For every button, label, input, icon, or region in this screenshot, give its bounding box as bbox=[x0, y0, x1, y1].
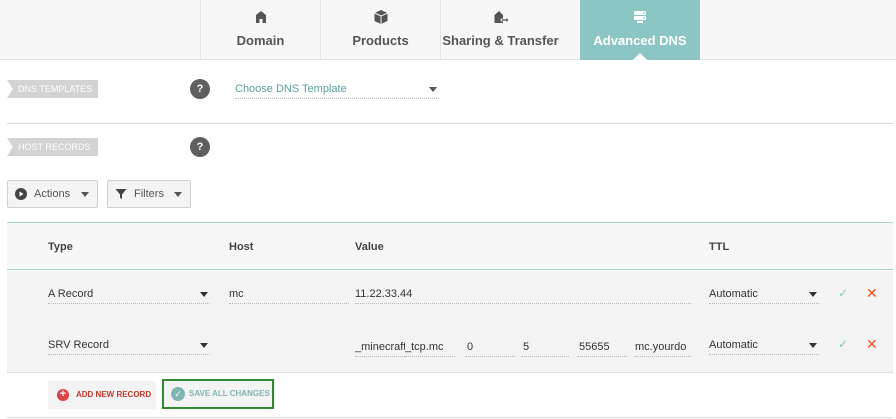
check-icon[interactable]: ✓ bbox=[838, 337, 848, 351]
dns-templates-help-icon[interactable]: ? bbox=[190, 79, 210, 99]
chevron-down-icon bbox=[429, 87, 437, 92]
filter-icon bbox=[115, 189, 127, 199]
chevron-down-icon bbox=[809, 343, 817, 348]
chevron-down-icon bbox=[200, 292, 208, 297]
tab-advanced-dns-label: Advanced DNS bbox=[593, 33, 687, 48]
record-type-value: A Record bbox=[48, 288, 94, 300]
tab-advanced-dns[interactable]: Advanced DNS bbox=[580, 0, 700, 60]
service-input[interactable]: _minecraft bbox=[355, 339, 405, 357]
add-new-record-label: ADD NEW RECORD bbox=[76, 390, 152, 399]
save-all-changes-button[interactable]: ✓ SAVE ALL CHANGES bbox=[162, 379, 274, 409]
record-type-select[interactable]: A Record bbox=[48, 286, 210, 304]
actions-button[interactable]: Actions bbox=[7, 180, 98, 208]
value-input[interactable]: 11.22.33.44 bbox=[355, 286, 691, 304]
box-icon bbox=[373, 10, 388, 24]
priority-input[interactable]: 0 bbox=[465, 339, 515, 357]
ttl-value: Automatic bbox=[709, 288, 758, 300]
play-circle-icon bbox=[15, 188, 27, 200]
chevron-down-icon bbox=[81, 192, 89, 197]
dns-templates-label: DNS TEMPLATES bbox=[7, 80, 98, 98]
chevron-down-icon bbox=[174, 192, 182, 197]
dns-server-icon bbox=[634, 11, 646, 23]
tab-sharing-transfer[interactable]: Sharing & Transfer bbox=[440, 0, 560, 60]
target-input[interactable]: mc.yourdo bbox=[635, 339, 691, 357]
ttl-value: Automatic bbox=[709, 339, 758, 351]
weight-input[interactable]: 5 bbox=[521, 339, 569, 357]
records-table-header: Type Host Value TTL bbox=[7, 222, 893, 270]
tab-products-label: Products bbox=[352, 33, 409, 48]
tab-products[interactable]: Products bbox=[320, 0, 440, 60]
tab-sharing-transfer-label: Sharing & Transfer bbox=[442, 33, 559, 48]
column-type: Type bbox=[48, 241, 73, 253]
filters-label: Filters bbox=[134, 188, 164, 200]
record-type-value: SRV Record bbox=[48, 339, 109, 351]
bottom-divider bbox=[7, 417, 893, 418]
chevron-down-icon bbox=[809, 292, 817, 297]
ttl-select[interactable]: Automatic bbox=[709, 337, 819, 355]
column-host: Host bbox=[229, 241, 254, 253]
delete-icon[interactable]: ✕ bbox=[866, 336, 878, 353]
check-circle-icon: ✓ bbox=[171, 387, 185, 401]
column-ttl: TTL bbox=[709, 241, 730, 253]
tab-domain[interactable]: Domain bbox=[200, 0, 320, 60]
column-value: Value bbox=[355, 241, 384, 253]
check-icon[interactable]: ✓ bbox=[838, 286, 848, 300]
dns-template-select-value: Choose DNS Template bbox=[235, 83, 347, 95]
records-table-body: A Record mc 11.22.33.44 Automatic ✓ ✕ SR… bbox=[7, 271, 893, 373]
home-icon bbox=[255, 11, 266, 23]
transfer-icon bbox=[494, 11, 509, 24]
section-divider bbox=[7, 123, 893, 124]
dns-template-select[interactable]: Choose DNS Template bbox=[235, 81, 439, 99]
delete-icon[interactable]: ✕ bbox=[866, 285, 878, 302]
port-input[interactable]: 55655 bbox=[577, 339, 627, 357]
host-records-help-icon[interactable]: ? bbox=[190, 137, 210, 157]
host-records-label: HOST RECORDS bbox=[7, 138, 98, 156]
save-all-changes-label: SAVE ALL CHANGES bbox=[189, 389, 270, 398]
ttl-select[interactable]: Automatic bbox=[709, 286, 819, 304]
tab-bar: Domain Products Sharing & Transfer Advan… bbox=[0, 0, 896, 60]
chevron-down-icon bbox=[200, 343, 208, 348]
add-new-record-button[interactable]: + ADD NEW RECORD bbox=[48, 381, 156, 409]
protocol-input[interactable]: _tcp.mc bbox=[405, 339, 455, 357]
plus-circle-icon: + bbox=[57, 389, 69, 401]
actions-label: Actions bbox=[34, 188, 71, 200]
tab-domain-label: Domain bbox=[236, 33, 285, 48]
host-input[interactable]: mc bbox=[229, 286, 349, 304]
filters-button[interactable]: Filters bbox=[107, 180, 191, 208]
record-type-select[interactable]: SRV Record bbox=[48, 337, 210, 355]
